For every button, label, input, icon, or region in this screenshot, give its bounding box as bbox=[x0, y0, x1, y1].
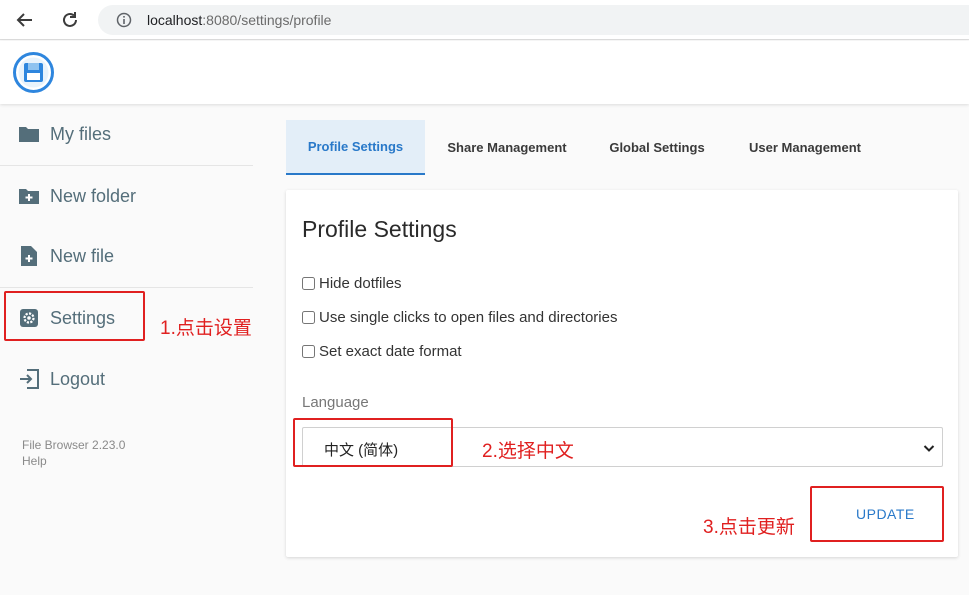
version-text[interactable]: File Browser 2.23.0 bbox=[22, 437, 125, 453]
sidebar-item-new-folder[interactable]: New folder bbox=[0, 166, 253, 226]
sidebar-item-label: New folder bbox=[50, 185, 137, 206]
sidebar-item-logout[interactable]: Logout bbox=[0, 349, 253, 409]
reload-icon bbox=[63, 12, 77, 27]
url-path: :8080/settings/profile bbox=[202, 12, 332, 28]
annotation-step1: 1.点击设置 bbox=[160, 318, 252, 339]
annotation-step2: 2.选择中文 bbox=[482, 441, 574, 462]
tab-user-management[interactable]: User Management bbox=[732, 120, 878, 175]
address-bar[interactable]: localhost:8080/settings/profile bbox=[98, 5, 969, 35]
sidebar-item-label: My files bbox=[50, 123, 112, 144]
single-click-checkbox[interactable] bbox=[302, 311, 315, 324]
hide-dotfiles-checkbox[interactable] bbox=[302, 277, 315, 290]
sidebar-item-label: Logout bbox=[50, 368, 106, 389]
sidebar-item-my-files[interactable]: My files bbox=[0, 104, 253, 164]
url-host: localhost bbox=[147, 12, 203, 28]
new-file-icon bbox=[18, 245, 40, 267]
chevron-down-icon bbox=[923, 445, 935, 452]
help-link[interactable]: Help bbox=[22, 453, 125, 469]
annotation-step3: 3.点击更新 bbox=[703, 517, 795, 538]
tab-share-management[interactable]: Share Management bbox=[431, 120, 583, 175]
logout-icon bbox=[18, 368, 40, 390]
folder-icon bbox=[18, 123, 40, 145]
url-text[interactable]: localhost:8080/settings/profile bbox=[147, 12, 331, 28]
back-button[interactable] bbox=[13, 8, 37, 32]
file-browser-logo[interactable] bbox=[13, 52, 54, 93]
tab-global-settings[interactable]: Global Settings bbox=[593, 120, 721, 175]
credits: File Browser 2.23.0 Help bbox=[22, 437, 125, 469]
tab-profile-settings[interactable]: Profile Settings bbox=[286, 120, 425, 175]
language-label: Language bbox=[302, 394, 369, 411]
card-title: Profile Settings bbox=[302, 216, 457, 242]
checkbox-label: Use single clicks to open files and dire… bbox=[319, 309, 618, 326]
annotation-box-language bbox=[293, 418, 453, 467]
exact-date-option[interactable]: Set exact date format bbox=[302, 343, 462, 360]
checkbox-label: Hide dotfiles bbox=[319, 275, 402, 292]
annotation-box-settings bbox=[4, 291, 145, 341]
single-click-option[interactable]: Use single clicks to open files and dire… bbox=[302, 309, 617, 326]
sidebar: My files New folder New file Settings Lo… bbox=[0, 104, 260, 595]
arrow-left-icon bbox=[16, 13, 32, 27]
new-folder-icon bbox=[18, 185, 40, 207]
hide-dotfiles-option[interactable]: Hide dotfiles bbox=[302, 275, 402, 292]
sidebar-item-new-file[interactable]: New file bbox=[0, 226, 253, 286]
annotation-box-update bbox=[810, 486, 944, 542]
exact-date-checkbox[interactable] bbox=[302, 345, 315, 358]
sidebar-item-label: New file bbox=[50, 245, 115, 266]
app-header bbox=[0, 41, 969, 104]
checkbox-label: Set exact date format bbox=[319, 343, 462, 360]
reload-button[interactable] bbox=[58, 8, 82, 32]
info-icon[interactable] bbox=[116, 12, 132, 28]
browser-toolbar: localhost:8080/settings/profile bbox=[0, 0, 969, 40]
